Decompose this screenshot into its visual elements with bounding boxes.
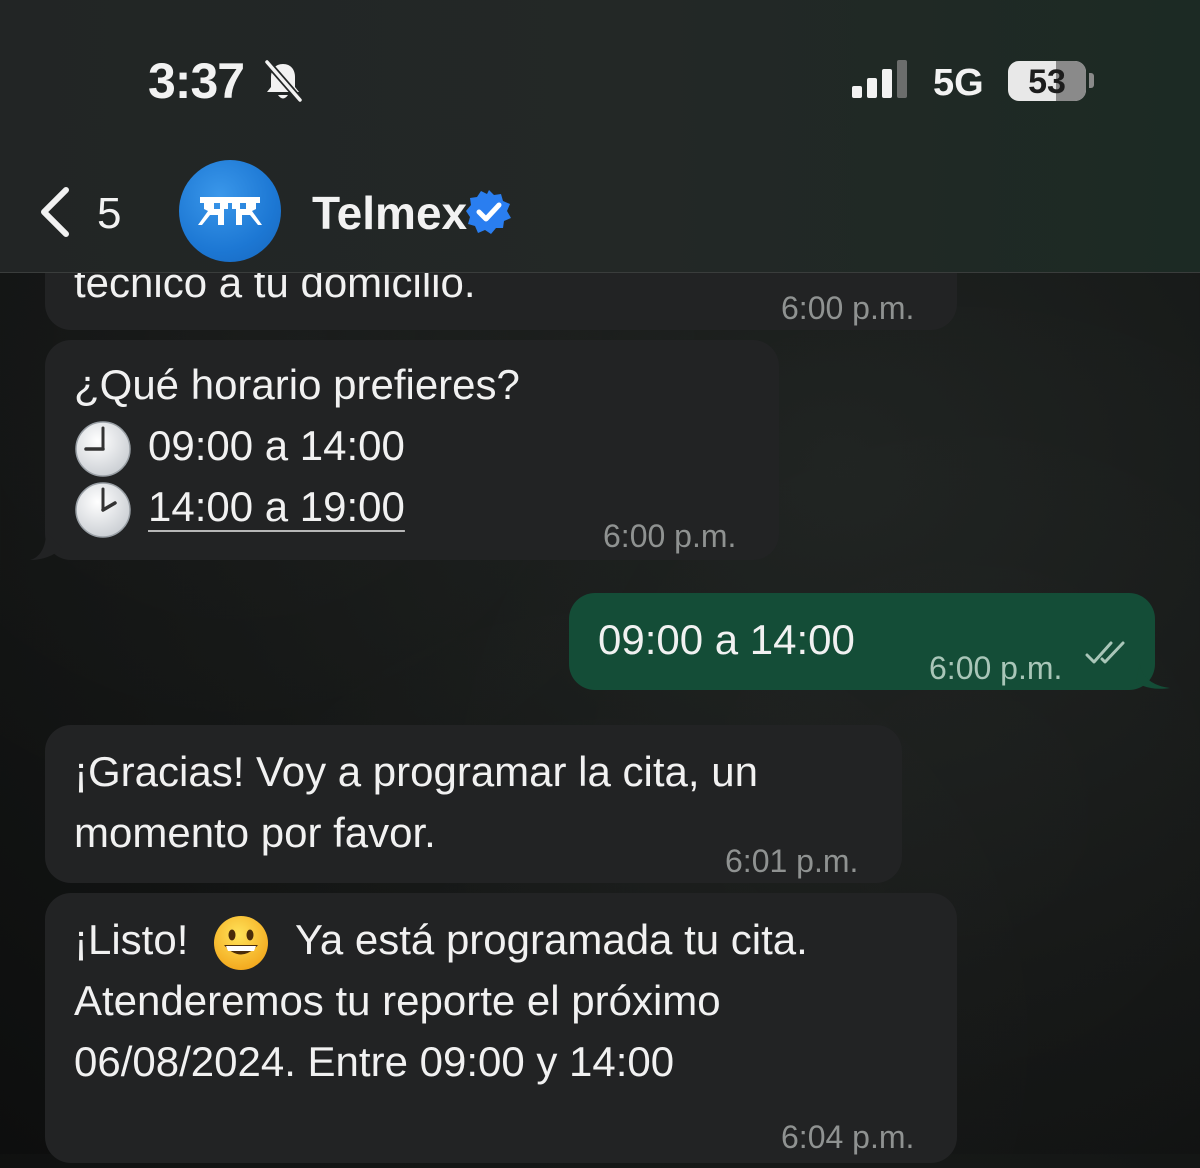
message-text: 06/08/2024. Entre 09:00 y 14:00 xyxy=(74,1038,675,1085)
message-line: 14:00 a 19:00 xyxy=(74,476,405,539)
message-text: ¡Listo! xyxy=(74,916,189,963)
bell-slash-icon xyxy=(264,59,303,103)
contact-name[interactable]: Telmex xyxy=(312,186,467,240)
chevron-left-icon[interactable] xyxy=(36,186,72,238)
message-text: ¿Qué horario prefieres? xyxy=(74,361,520,408)
verified-badge-icon xyxy=(466,190,511,234)
telmex-logo xyxy=(198,197,262,225)
message-timestamp: 6:01 p.m. xyxy=(725,843,859,879)
grinning-face-icon xyxy=(214,915,269,970)
message-bubble-incoming[interactable]: ¡Gracias! Voy a programar la cita, un mo… xyxy=(45,725,902,883)
unread-count[interactable]: 5 xyxy=(97,189,121,239)
message-text: Atenderemos tu reporte el próximo xyxy=(74,977,721,1024)
message-timestamp: 6:04 p.m. xyxy=(781,1119,915,1155)
message-timestamp: 6:00 p.m. xyxy=(603,518,737,554)
status-time: 3:37 xyxy=(148,53,245,109)
clock-nine-icon xyxy=(75,421,131,477)
message-line: 09:00 a 14:00 xyxy=(74,415,405,478)
avatar[interactable] xyxy=(179,160,281,262)
message-text: Ya está programada tu cita. xyxy=(294,916,808,963)
message-timestamp: 6:00 p.m. xyxy=(781,290,915,326)
message-text: momento por favor. xyxy=(74,809,436,856)
battery-level: 53 xyxy=(1028,63,1066,101)
message-text: ¡Gracias! Voy a programar la cita, un xyxy=(74,748,758,795)
message-line: ¡Listo! Ya está programada tu cita. xyxy=(74,909,808,972)
message-bubble-incoming[interactable]: ¿Qué horario prefieres? 09:00 a 14:00 14… xyxy=(45,340,779,560)
battery-icon: 53 xyxy=(1008,61,1086,101)
battery-tip xyxy=(1089,73,1094,88)
chat-header: 3:37 5G 53 5 Telmex xyxy=(0,0,1200,273)
bubble-tail xyxy=(1136,662,1170,689)
time-option-afternoon[interactable]: 14:00 a 19:00 xyxy=(148,483,405,530)
message-bubble-incoming[interactable]: ¡Listo! Ya está programada tu cita. Aten… xyxy=(45,893,957,1163)
signal-icon xyxy=(852,60,907,98)
message-bubble-outgoing[interactable]: 09:00 a 14:00 6:00 p.m. xyxy=(569,593,1155,690)
clock-two-icon xyxy=(75,482,131,538)
time-option-morning: 09:00 a 14:00 xyxy=(148,422,405,469)
network-type: 5G xyxy=(933,62,984,104)
message-text: 09:00 a 14:00 xyxy=(598,616,855,663)
message-timestamp: 6:00 p.m. xyxy=(929,650,1063,686)
double-check-icon xyxy=(1085,641,1125,664)
bubble-tail xyxy=(30,532,62,560)
